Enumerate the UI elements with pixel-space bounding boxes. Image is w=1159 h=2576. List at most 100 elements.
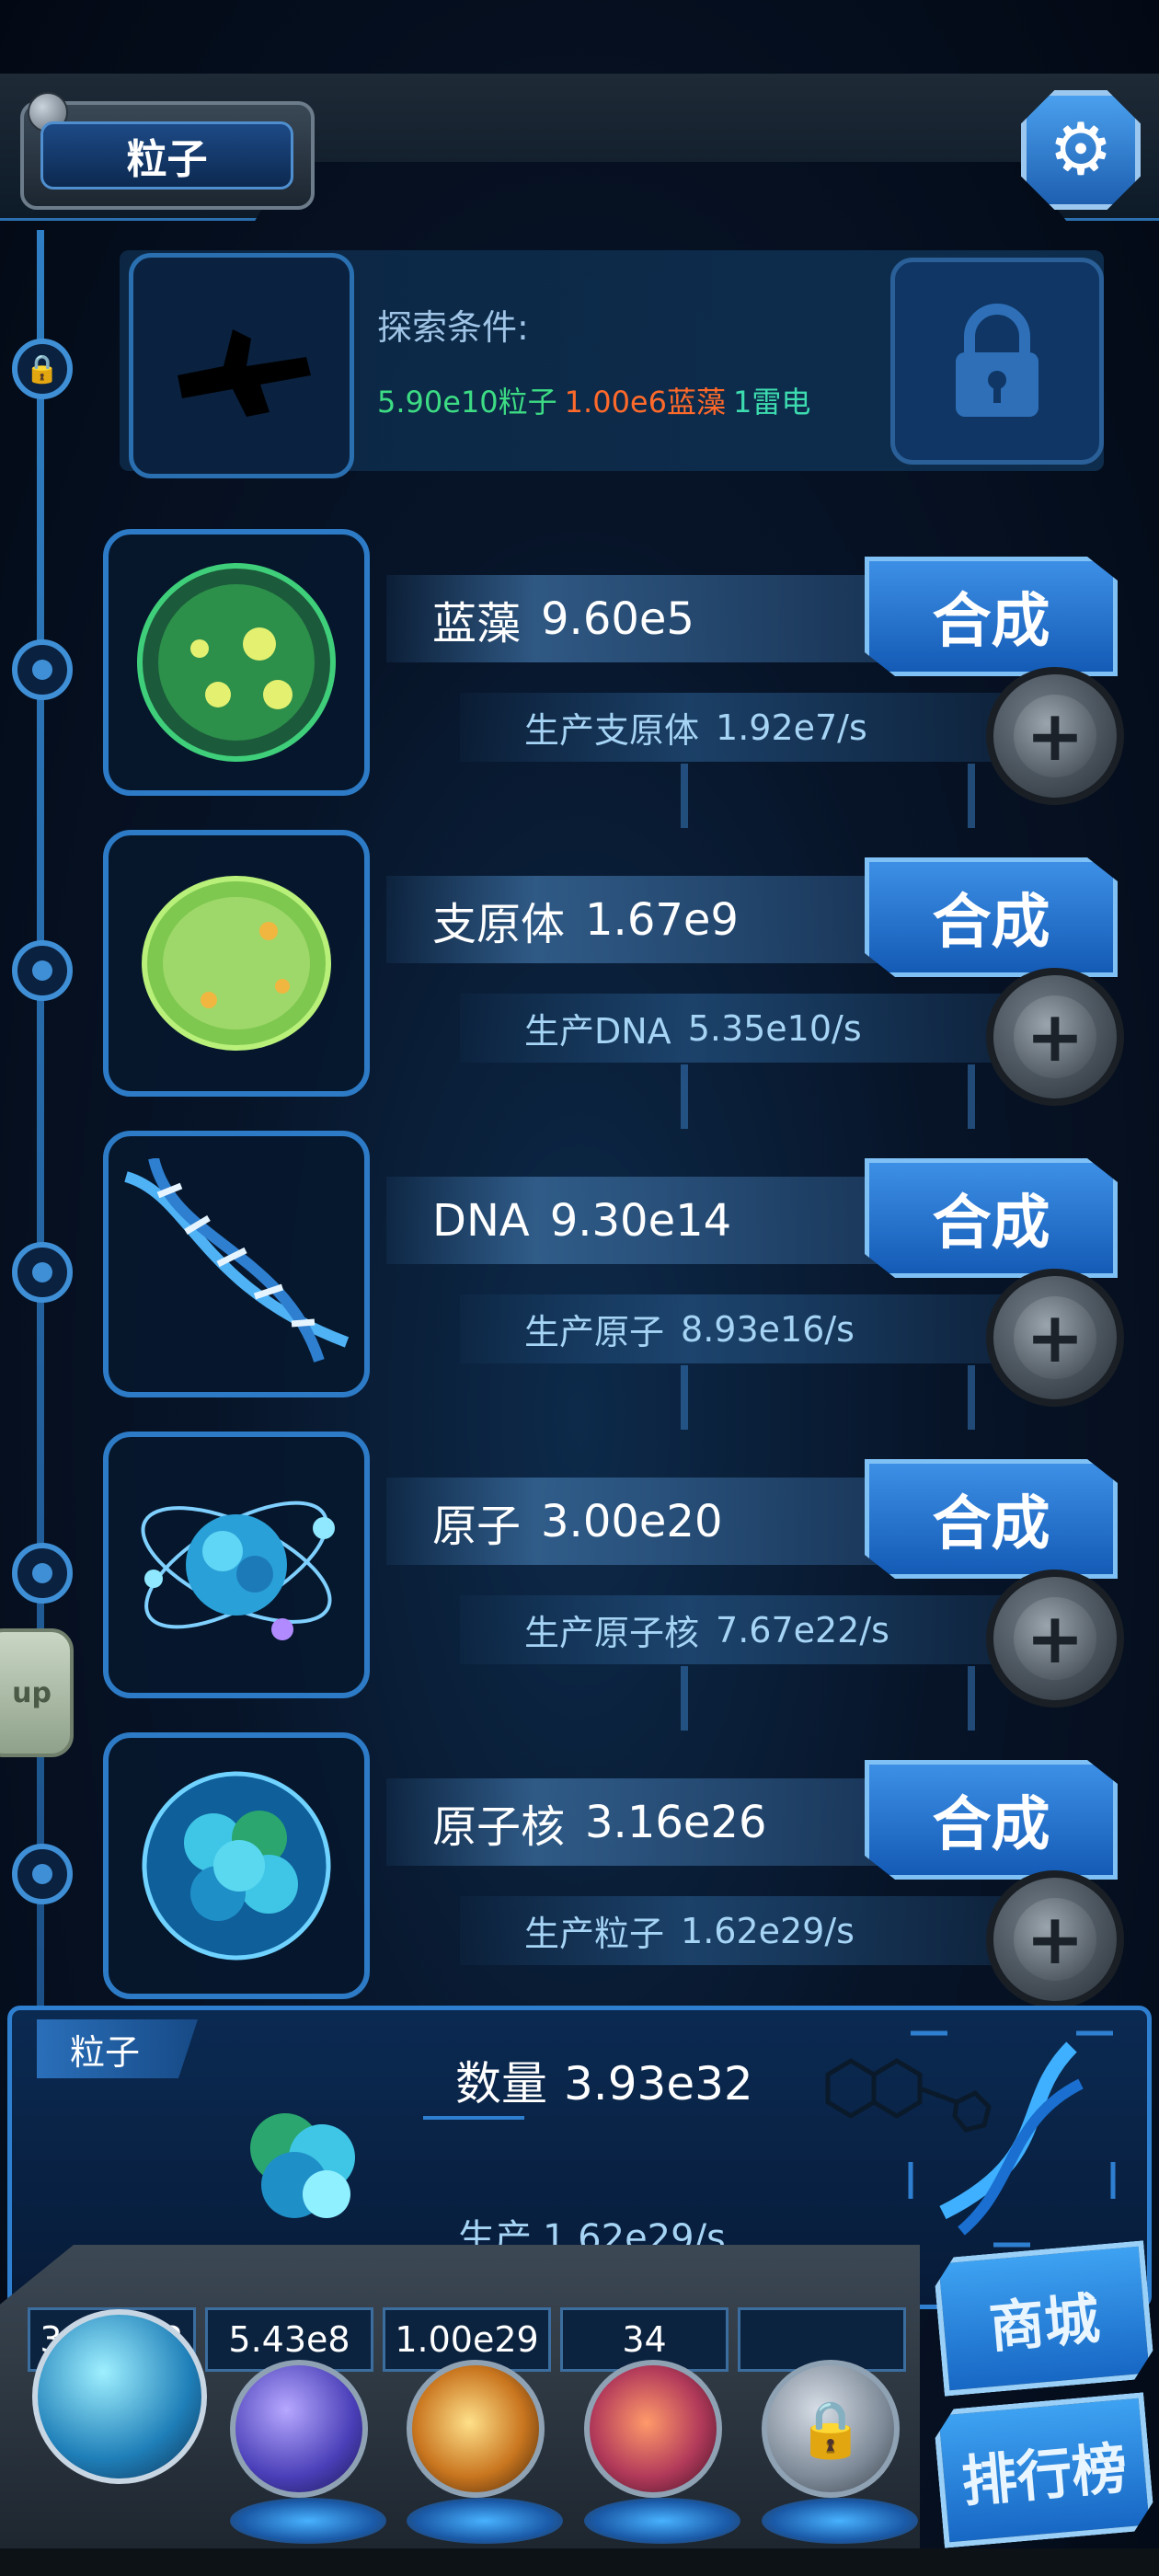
plus-icon: + xyxy=(1014,1898,1096,1981)
requirement-particle: 5.90e10粒子 xyxy=(377,385,557,420)
circuit-line xyxy=(681,1064,975,1129)
item-card xyxy=(103,830,370,1097)
synthesize-button[interactable]: 合成 xyxy=(865,557,1118,676)
item-row-cyanobacteria: 蓝藻 9.60e5 生产支原体 1.92e7/s 合成 + xyxy=(0,529,1159,828)
item-amount: 3.16e26 xyxy=(585,1796,767,1848)
item-name-bar: 原子 3.00e20 xyxy=(386,1478,883,1565)
mycoplasma-icon xyxy=(142,876,331,1051)
orb-pedestal xyxy=(762,2498,918,2544)
item-production-bar: 生产支原体 1.92e7/s xyxy=(460,693,1030,762)
circuit-line xyxy=(681,764,975,828)
item-name-bar: 蓝藻 9.60e5 xyxy=(386,575,883,662)
atom-icon xyxy=(141,1501,335,1640)
item-production-bar: 生产粒子 1.62e29/s xyxy=(460,1896,1030,1965)
quantity-label: 数量 xyxy=(455,2057,547,2110)
upgrade-plus-button[interactable]: + xyxy=(986,1870,1124,2008)
production-label: 生产DNA xyxy=(524,1011,671,1052)
tab-energy[interactable] xyxy=(407,2360,563,2553)
explore-requirements: 5.90e10粒子 1.00e6蓝藻 1雷电 xyxy=(377,379,818,421)
synthesize-button[interactable]: 合成 xyxy=(865,1459,1118,1579)
item-amount: 9.30e14 xyxy=(549,1194,732,1247)
particle-orb-icon xyxy=(32,2309,207,2484)
silhouette-icon xyxy=(177,328,311,417)
item-row-mycoplasma: 支原体 1.67e9 生产DNA 5.35e10/s 合成 + xyxy=(0,830,1159,1129)
item-amount: 3.00e20 xyxy=(541,1495,723,1547)
lightning-orb-icon xyxy=(230,2360,368,2498)
summary-quantity: 数量 3.93e32 xyxy=(455,2047,753,2113)
particle-cluster-icon xyxy=(221,2084,377,2244)
leaderboard-button[interactable]: 排行榜 xyxy=(933,2392,1155,2547)
item-name: DNA xyxy=(432,1194,530,1247)
upgrade-plus-button[interactable]: + xyxy=(986,667,1124,805)
item-name: 蓝藻 xyxy=(432,597,522,650)
circuit-line xyxy=(681,1666,975,1731)
explore-thumbnail xyxy=(129,253,354,478)
production-label: 生产原子 xyxy=(524,1312,665,1352)
production-label: 生产粒子 xyxy=(524,1914,665,1954)
orb-pedestal xyxy=(230,2498,386,2544)
bottom-strip xyxy=(0,2548,1159,2576)
requirement-thunder: 1雷电 xyxy=(732,385,811,420)
item-name: 支原体 xyxy=(432,898,566,950)
production-rate: 1.62e29/s xyxy=(681,1910,855,1951)
nucleus-icon xyxy=(142,1771,331,1961)
connector-line xyxy=(423,2116,524,2120)
synthesize-button[interactable]: 合成 xyxy=(865,857,1118,977)
production-rate: 5.35e10/s xyxy=(687,1007,862,1049)
upgrade-plus-button[interactable]: + xyxy=(986,1570,1124,1708)
lock-orb-icon: 🔒 xyxy=(762,2360,900,2498)
item-amount: 1.67e9 xyxy=(585,893,739,946)
item-name: 原子 xyxy=(432,1500,522,1552)
plus-icon: + xyxy=(1014,695,1096,777)
item-card xyxy=(103,1432,370,1698)
shop-button[interactable]: 商城 xyxy=(933,2240,1155,2396)
summary-tag: 粒子 xyxy=(37,2019,198,2078)
tab-particles[interactable] xyxy=(32,2309,207,2530)
item-production-bar: 生产原子 8.93e16/s xyxy=(460,1294,1030,1363)
orb-pedestal xyxy=(584,2498,740,2544)
brain-orb-icon xyxy=(584,2360,722,2498)
production-rate: 1.92e7/s xyxy=(716,707,867,748)
item-name: 原子核 xyxy=(432,1800,566,1853)
plus-icon: + xyxy=(1014,995,1096,1078)
explore-lock-button[interactable] xyxy=(890,258,1104,465)
upgrade-plus-button[interactable]: + xyxy=(986,968,1124,1106)
circuit-line xyxy=(681,1365,975,1430)
item-row-nucleus: 原子核 3.16e26 生产粒子 1.62e29/s 合成 + xyxy=(0,1732,1159,2008)
requirement-cyanobacteria: 1.00e6蓝藻 xyxy=(564,385,726,420)
gear-icon: ⚙ xyxy=(1049,109,1113,191)
synthesize-button[interactable]: 合成 xyxy=(865,1760,1118,1880)
dna-helix-icon xyxy=(906,2029,1118,2253)
tab-thunder[interactable] xyxy=(230,2360,386,2553)
production-label: 生产支原体 xyxy=(524,710,700,751)
item-row-dna: DNA 9.30e14 生产原子 8.93e16/s 合成 + xyxy=(0,1131,1159,1430)
orb-pedestal xyxy=(407,2498,563,2544)
production-rate: 7.67e22/s xyxy=(716,1609,889,1650)
quantity-value: 3.93e32 xyxy=(564,2057,753,2110)
item-card xyxy=(103,1732,370,1999)
item-name-bar: 支原体 1.67e9 xyxy=(386,876,883,963)
rail-node-lock: 🔒 xyxy=(12,339,73,399)
item-name-bar: DNA 9.30e14 xyxy=(386,1177,883,1264)
production-label: 生产原子核 xyxy=(524,1613,700,1653)
plus-icon: + xyxy=(1014,1296,1096,1379)
upgrade-plus-button[interactable]: + xyxy=(986,1269,1124,1407)
plus-icon: + xyxy=(1014,1597,1096,1680)
tab-brain[interactable] xyxy=(584,2360,740,2553)
dna-icon xyxy=(124,1158,350,1363)
item-amount: 9.60e5 xyxy=(541,592,694,645)
item-name-bar: 原子核 3.16e26 xyxy=(386,1778,883,1866)
cyanobacteria-icon xyxy=(137,563,336,762)
energy-orb-icon xyxy=(407,2360,545,2498)
settings-button[interactable]: ⚙ xyxy=(1021,90,1141,210)
production-rate: 8.93e16/s xyxy=(681,1308,855,1350)
lock-icon xyxy=(956,303,1039,417)
item-production-bar: 生产原子核 7.67e22/s xyxy=(460,1595,1030,1664)
page-title: 粒子 xyxy=(40,121,293,190)
synthesize-button[interactable]: 合成 xyxy=(865,1158,1118,1278)
item-row-atom: 原子 3.00e20 生产原子核 7.67e22/s 合成 + xyxy=(0,1432,1159,1731)
item-production-bar: 生产DNA 5.35e10/s xyxy=(460,994,1030,1063)
item-card xyxy=(103,1131,370,1397)
tab-locked[interactable]: 🔒 xyxy=(762,2360,918,2553)
explore-condition-label: 探索条件: xyxy=(377,307,529,348)
